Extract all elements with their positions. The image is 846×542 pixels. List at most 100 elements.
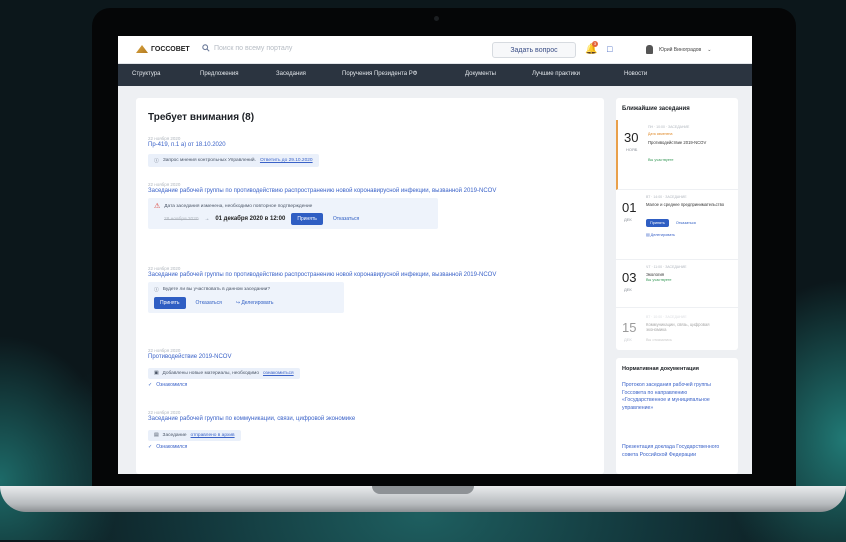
doc-link[interactable]: Протокол заседания рабочей группы Госсов…	[622, 382, 732, 412]
nav-item-proposals[interactable]: Предложения	[200, 71, 238, 77]
meeting-item[interactable]: 30 НОЯБ ПН · 10:00 · ЗАСЕДАНИЕ Дата изме…	[616, 120, 738, 190]
delegate-label: Делегировать	[241, 300, 274, 306]
top-header: ГОССОВЕТ Поиск по всему порталу Задать в…	[118, 36, 752, 64]
meeting-item[interactable]: 03 ДЕК ЧТ · 11:00 · ЗАСЕДАНИЕ Экология В…	[616, 260, 738, 308]
meeting-status: Вы отказались	[646, 338, 672, 342]
accept-button[interactable]: Принять	[646, 219, 669, 227]
logo-icon	[136, 45, 148, 53]
meeting-meta: ВТ · 10:00 · ЗАСЕДАНИЕ	[646, 315, 687, 319]
item-link[interactable]: Противодействие 2019-NCOV	[148, 353, 300, 361]
warning-icon: ⚠	[154, 203, 161, 210]
user-avatar-icon	[646, 45, 653, 54]
attention-card: Требует внимания (8) 22 ноября 2020 Пр-4…	[136, 98, 604, 474]
item-link[interactable]: Заседание рабочей группы по противодейст…	[148, 187, 568, 195]
list-item: 22 ноября 2020 Противодействие 2019-NCOV…	[148, 348, 300, 388]
user-menu[interactable]: Юрий Виноградов ⌄	[646, 45, 711, 54]
list-item: 22 ноября 2020 Заседание рабочей группы …	[148, 182, 568, 229]
meeting-month: ДЕК	[624, 217, 632, 222]
accept-button[interactable]: Принять	[154, 297, 186, 309]
nav-item-orders[interactable]: Поручения Президента РФ	[342, 71, 417, 77]
item-link[interactable]: Пр-419, п.1 а) от 18.10.2020	[148, 141, 319, 149]
upcoming-meetings: Ближайшие заседания 30 НОЯБ ПН · 10:00 ·…	[616, 98, 738, 350]
page-title: Требует внимания (8)	[148, 112, 255, 123]
question-box: ⓘ Будете ли вы участвовать в данном засед…	[148, 282, 344, 313]
decline-button[interactable]: Отказаться	[329, 213, 363, 225]
item-link[interactable]: Заседание рабочей группы по коммуникации…	[148, 415, 355, 423]
warning-box: ⚠ Дата заседания изменена, необходимо пов…	[148, 198, 438, 229]
accept-button[interactable]: Принять	[291, 213, 323, 225]
delegate-button[interactable]: ↪ Делегировать	[232, 297, 278, 309]
nav-item-meetings[interactable]: Заседания	[276, 71, 306, 77]
doc-link[interactable]: Презентация доклада Государственного сов…	[622, 444, 732, 459]
nav-item-best-practices[interactable]: Лучшие практики	[532, 71, 580, 77]
check-icon: ✓	[148, 382, 153, 388]
meeting-title: Противодействие 2019-NCOV	[648, 140, 707, 145]
note-link[interactable]: ознакомиться	[263, 371, 294, 376]
acknowledged-label: Ознакомился	[156, 382, 188, 388]
acknowledged[interactable]: ✓ Ознакомился	[148, 382, 300, 388]
meeting-month: НОЯБ	[626, 147, 638, 152]
chat-icon[interactable]: □	[607, 44, 612, 54]
decline-button[interactable]: Отказаться	[192, 297, 226, 309]
info-note: ▣ Добавлены новые материалы, необходимо …	[148, 368, 300, 379]
meeting-item[interactable]: 01 ДЕК ВТ · 14:00 · ЗАСЕДАНИЕ Малое и ср…	[616, 190, 738, 260]
meeting-item[interactable]: 15 ДЕК ВТ · 10:00 · ЗАСЕДАНИЕ Коммуникац…	[616, 310, 738, 350]
laptop-notch	[372, 486, 474, 494]
check-icon: ✓	[148, 444, 153, 450]
meeting-month: ДЕК	[624, 287, 632, 292]
question-text: Будете ли вы участвовать в данном заседа…	[162, 287, 271, 292]
meeting-status: Вы участвуете	[646, 278, 672, 282]
item-link[interactable]: Заседание рабочей группы по противодейст…	[148, 271, 568, 279]
info-icon: ⓘ	[154, 159, 159, 164]
note-text: Добавлены новые материалы, необходимо	[162, 371, 259, 376]
search-placeholder: Поиск по всему порталу	[214, 44, 293, 52]
meeting-day: 30	[624, 130, 639, 145]
note-text: Заседание	[162, 433, 187, 438]
meeting-meta: ВТ · 14:00 · ЗАСЕДАНИЕ	[646, 195, 687, 199]
decline-button[interactable]: Отказаться	[672, 218, 700, 228]
chevron-down-icon: ⌄	[707, 46, 712, 53]
acknowledged[interactable]: ✓ Ознакомился	[148, 444, 355, 450]
meeting-day: 03	[622, 270, 637, 285]
ask-question-button[interactable]: Задать вопрос	[492, 42, 576, 58]
list-item: 22 ноября 2020 Пр-419, п.1 а) от 18.10.2…	[148, 136, 319, 167]
meeting-meta: ПН · 10:00 · ЗАСЕДАНИЕ	[648, 125, 690, 129]
normative-docs: Нормативная документация Протокол заседа…	[616, 358, 738, 474]
nav-item-structure[interactable]: Структура	[132, 71, 160, 77]
info-note: ▤ Заседание отправлено в архив	[148, 430, 241, 441]
meeting-month: ДЕК	[624, 337, 632, 342]
meeting-meta: ЧТ · 11:00 · ЗАСЕДАНИЕ	[646, 265, 687, 269]
nav-item-news[interactable]: Новости	[624, 71, 647, 77]
logo-text: ГОССОВЕТ	[151, 45, 190, 53]
section-title: Ближайшие заседания	[622, 106, 690, 112]
delegate-button[interactable]: ▤ Делегировать	[646, 232, 675, 237]
note-text: Запрос мнения контрольных Управлений.	[162, 158, 256, 163]
meeting-day: 01	[622, 200, 637, 215]
screen: ГОССОВЕТ Поиск по всему порталу Задать в…	[118, 36, 752, 474]
section-title: Нормативная документация	[622, 366, 700, 372]
meeting-title: Коммуникации, связь, цифровая экономика	[646, 322, 710, 332]
info-icon: ⓘ	[154, 288, 159, 293]
notification-badge: 3	[592, 41, 598, 47]
user-name: Юрий Виноградов	[659, 46, 702, 53]
meeting-title: Малое и среднее предпринимательство	[646, 202, 725, 207]
nav-item-documents[interactable]: Документы	[465, 71, 496, 77]
meeting-title: Экология	[646, 272, 665, 277]
arrow-right-icon: →	[204, 216, 210, 222]
list-item: 22 ноября 2020 Заседание рабочей группы …	[148, 410, 355, 450]
search-input[interactable]: Поиск по всему порталу	[202, 44, 292, 52]
note-link[interactable]: Ответить до 29.10.2020	[260, 158, 313, 163]
new-date: 01 декабря 2020 в 12:00	[215, 216, 286, 222]
warning-text: Дата заседания изменена, необходимо повт…	[164, 203, 313, 209]
acknowledged-label: Ознакомился	[156, 444, 188, 450]
archive-icon: ▤	[154, 433, 159, 438]
note-link[interactable]: отправлено в архив	[191, 433, 235, 438]
main-nav: Структура Предложения Заседания Поручени…	[118, 64, 752, 86]
logo[interactable]: ГОССОВЕТ	[136, 45, 190, 53]
meeting-day: 15	[622, 320, 637, 335]
old-date: 28 ноября 2020	[164, 216, 199, 222]
meeting-alert: Дата изменена	[648, 132, 673, 136]
info-note: ⓘ Запрос мнения контрольных Управлений. …	[148, 154, 319, 167]
list-item: 22 ноября 2020 Заседание рабочей группы …	[148, 266, 568, 313]
meeting-status: Вы участвуете	[648, 158, 674, 162]
